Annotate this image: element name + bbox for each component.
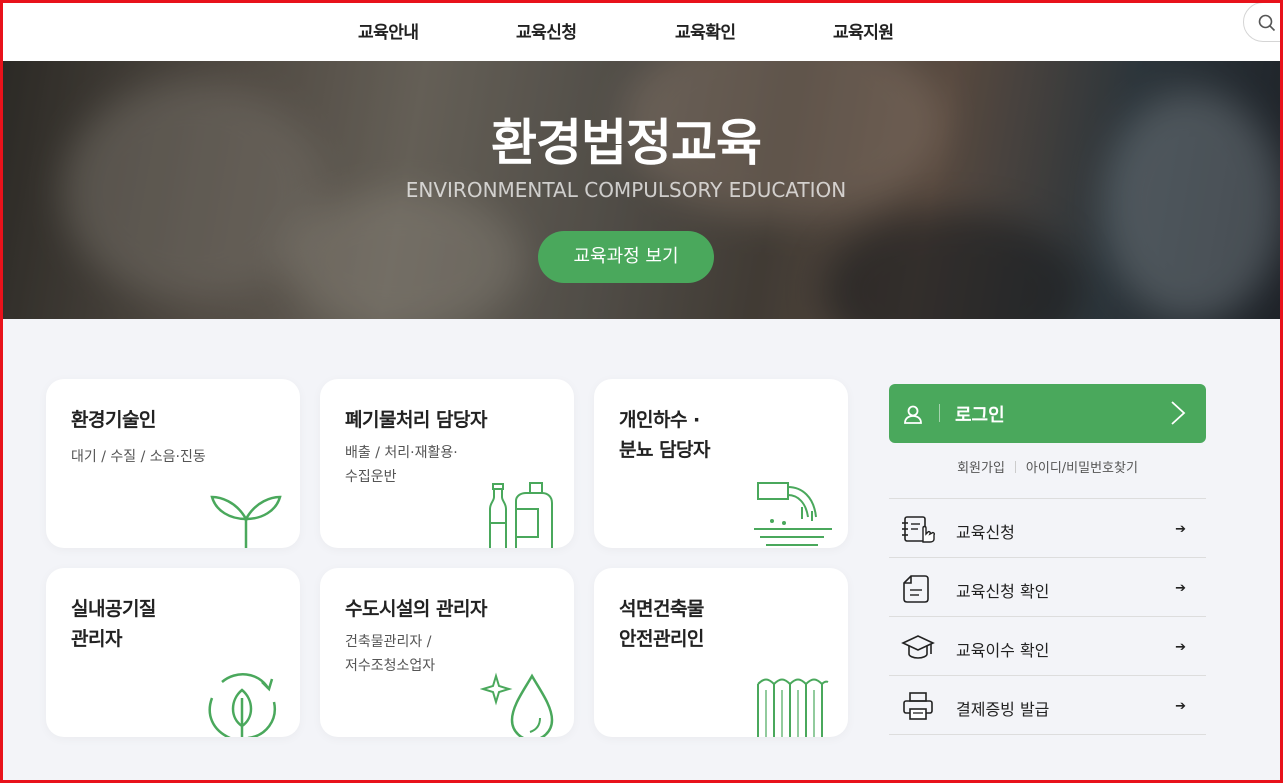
recycle-leaf-icon: [208, 673, 277, 737]
view-courses-button[interactable]: 교육과정 보기: [538, 231, 714, 283]
menu-item-payment-receipt[interactable]: 결제증빙 발급 ➔: [889, 676, 1206, 735]
chevron-right-icon: [1171, 401, 1186, 425]
card-title: 개인하수 · 분뇨 담당자: [619, 405, 711, 465]
document-check-icon: [903, 575, 929, 603]
card-title-line2: 관리자: [71, 628, 122, 650]
quick-menu: 교육신청 ➔ 교육신청 확인 ➔ 교육이수 확인 ➔ 결제증빙 발급 ➔: [889, 498, 1206, 735]
printer-icon: [903, 692, 933, 720]
menu-item-completion-check[interactable]: 교육이수 확인 ➔: [889, 617, 1206, 676]
account-links: 회원가입 아이디/비밀번호찾기: [889, 457, 1206, 476]
card-sewage-handler[interactable]: 개인하수 · 분뇨 담당자: [594, 379, 848, 548]
card-description-line2: 저수조청소업자: [345, 658, 436, 674]
nav-item-education-info[interactable]: 교육안내: [358, 18, 419, 43]
card-title-line1: 석면건축물: [619, 598, 704, 620]
sprout-icon: [210, 495, 282, 548]
card-title-line2: 분뇨 담당자: [619, 439, 711, 461]
arrow-right-icon: ➔: [1175, 699, 1186, 714]
card-asbestos-manager[interactable]: 석면건축물 안전관리인: [594, 568, 848, 737]
nav-item-education-apply[interactable]: 교육신청: [516, 18, 577, 43]
card-title: 수도시설의 관리자: [345, 598, 487, 620]
card-title: 석면건축물 안전관리인: [619, 594, 704, 654]
arrow-right-icon: ➔: [1175, 640, 1186, 655]
card-environmental-engineer[interactable]: 환경기술인 대기 / 수질 / 소음·진동: [46, 379, 300, 548]
arrow-right-icon: ➔: [1175, 522, 1186, 537]
menu-item-label: 교육이수 확인: [956, 641, 1050, 660]
arrow-right-icon: ➔: [1175, 581, 1186, 596]
menu-item-education-apply[interactable]: 교육신청 ➔: [889, 499, 1206, 558]
card-title-line1: 실내공기질: [71, 598, 156, 620]
menu-item-label: 결제증빙 발급: [956, 700, 1050, 719]
login-label: 로그인: [955, 405, 1005, 426]
card-description: 배출 / 처리·재활용· 수집운반: [345, 441, 458, 489]
search-button[interactable]: [1243, 2, 1283, 42]
hero-banner: 환경법정교육 ENVIRONMENTAL COMPULSORY EDUCATIO…: [3, 61, 1280, 319]
card-indoor-air-manager[interactable]: 실내공기질 관리자: [46, 568, 300, 737]
card-title: 실내공기질 관리자: [71, 594, 156, 654]
menu-item-label: 교육신청 확인: [956, 582, 1050, 601]
card-description-line2: 수집운반: [345, 469, 397, 485]
search-icon: [1258, 14, 1276, 32]
card-description: 건축물관리자 / 저수조청소업자: [345, 630, 435, 678]
card-description: 대기 / 수질 / 소음·진동: [71, 449, 206, 465]
login-button[interactable]: 로그인: [889, 384, 1206, 443]
menu-item-label: 교육신청: [956, 523, 1015, 542]
card-title: 폐기물처리 담당자: [345, 409, 487, 431]
user-icon: [904, 405, 922, 424]
asbestos-roof-icon: [757, 678, 829, 737]
card-title: 환경기술인: [71, 409, 156, 431]
signup-link[interactable]: 회원가입: [957, 461, 1005, 476]
nav-item-education-support[interactable]: 교육지원: [833, 18, 894, 43]
hero-title: 환경법정교육: [491, 114, 762, 172]
graduation-cap-icon: [901, 635, 935, 659]
nav-item-education-check[interactable]: 교육확인: [675, 18, 736, 43]
apply-form-icon: [902, 516, 935, 543]
card-title-line1: 개인하수 ·: [619, 409, 700, 431]
card-water-facility-manager[interactable]: 수도시설의 관리자 건축물관리자 / 저수조청소업자: [320, 568, 574, 737]
card-waste-handler[interactable]: 폐기물처리 담당자 배출 / 처리·재활용· 수집운반: [320, 379, 574, 548]
hero-subtitle: ENVIRONMENTAL COMPULSORY EDUCATION: [405, 178, 847, 202]
card-description-line1: 배출 / 처리·재활용·: [345, 445, 458, 461]
top-navigation: 교육안내 교육신청 교육확인 교육지원: [0, 0, 1283, 61]
card-description-line1: 건축물관리자 /: [345, 634, 432, 650]
find-account-link[interactable]: 아이디/비밀번호찾기: [1026, 461, 1138, 476]
bottles-icon: [489, 482, 553, 548]
drain-pipe-icon: [754, 482, 832, 546]
card-title-line2: 안전관리인: [619, 628, 704, 650]
water-drop-icon: [480, 672, 554, 737]
menu-item-apply-check[interactable]: 교육신청 확인 ➔: [889, 558, 1206, 617]
